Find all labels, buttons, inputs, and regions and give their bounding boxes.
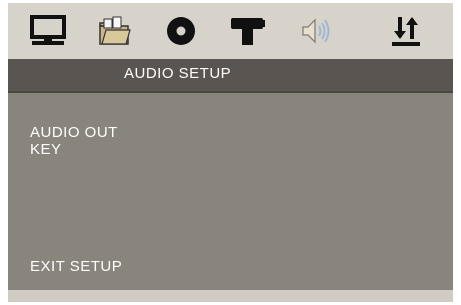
tab-speaker[interactable] xyxy=(225,11,269,51)
page-title: AUDIO SETUP xyxy=(124,65,232,82)
setup-menu-panel: AUDIO SETUP AUDIO OUT KEY EXIT SETUP xyxy=(8,3,453,302)
bottom-strip xyxy=(8,290,453,302)
tab-general[interactable] xyxy=(26,11,70,51)
monitor-icon xyxy=(30,15,66,45)
tab-files[interactable] xyxy=(92,11,136,51)
tab-preferences[interactable] xyxy=(384,11,428,51)
menu-item-key[interactable]: KEY xyxy=(30,141,62,158)
exit-setup-item[interactable]: EXIT SETUP xyxy=(30,258,122,275)
speaker-stand-icon xyxy=(231,18,265,45)
menu-item-audio-out[interactable]: AUDIO OUT xyxy=(30,124,118,141)
title-bar: AUDIO SETUP xyxy=(8,59,453,93)
folder-icon xyxy=(99,16,131,45)
tab-audio[interactable] xyxy=(292,11,336,51)
sort-arrows-icon xyxy=(392,17,420,46)
setup-tab-bar xyxy=(8,3,453,59)
audio-icon xyxy=(302,18,330,44)
tab-disc[interactable] xyxy=(159,11,203,51)
disc-icon xyxy=(167,17,195,45)
